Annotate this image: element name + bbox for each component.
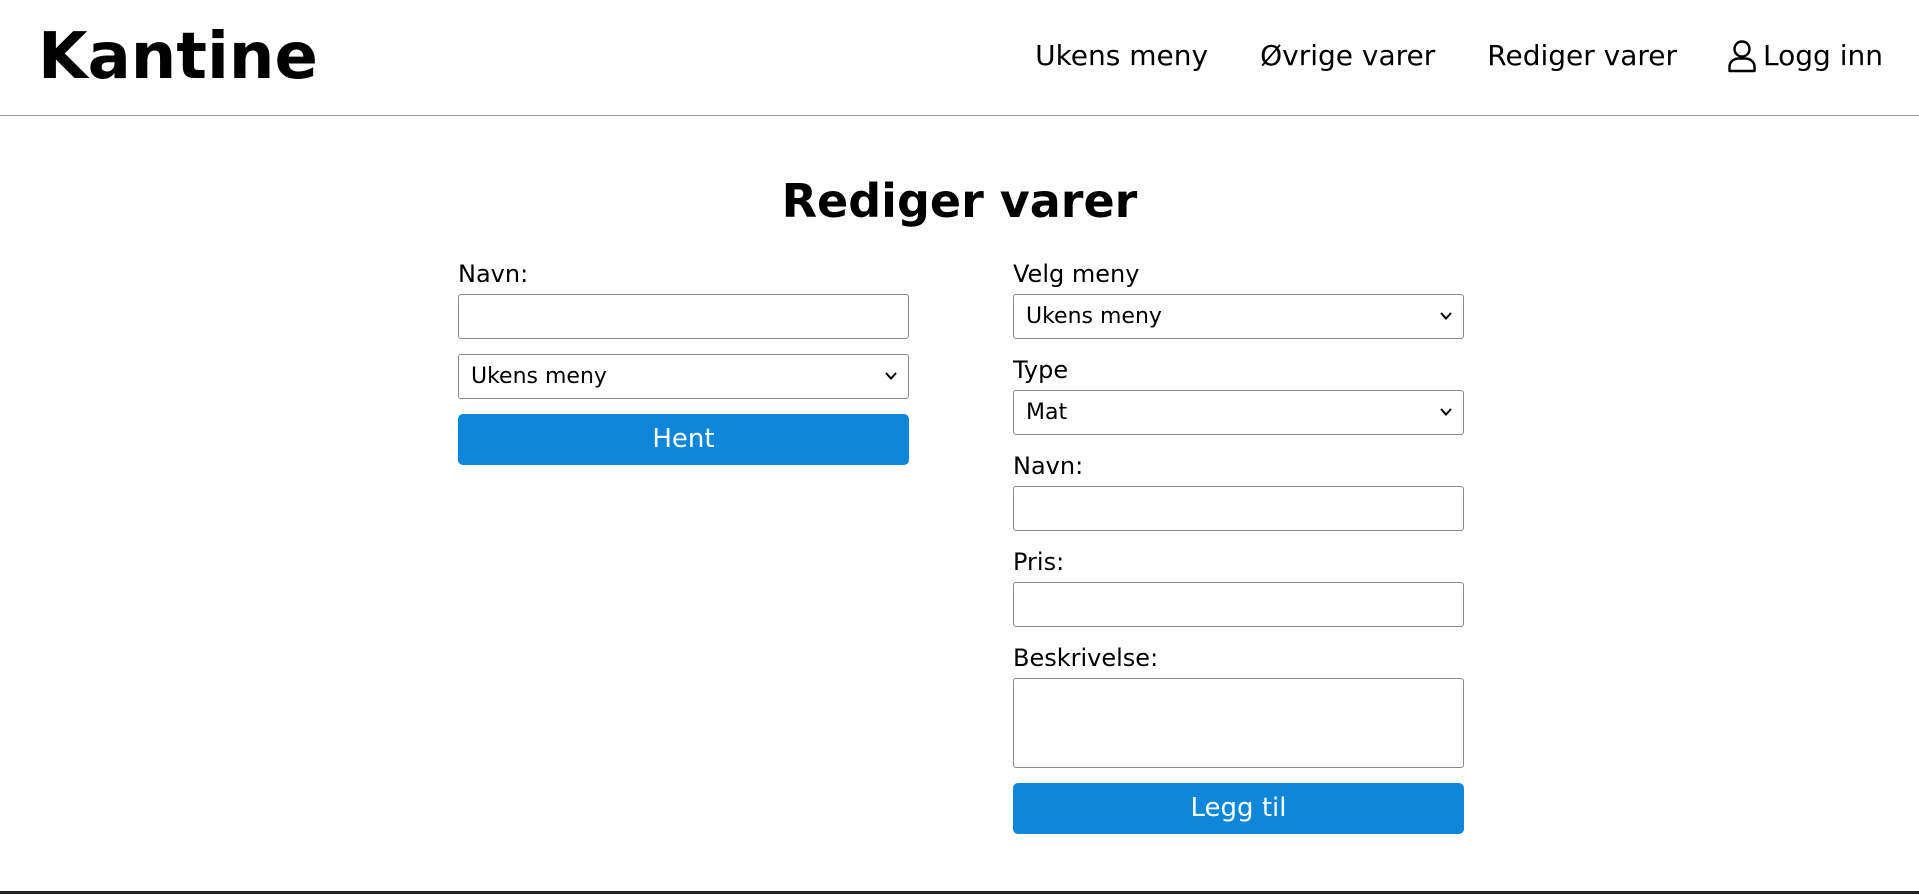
menu-select-label: Velg meny xyxy=(1013,260,1140,288)
description-label: Beskrivelse: xyxy=(1013,644,1159,672)
type-select-label: Type xyxy=(1013,356,1069,384)
nav-item-ovrige-varer[interactable]: Øvrige varer xyxy=(1260,34,1435,78)
type-select-value: Mat xyxy=(1026,400,1068,425)
price-label: Pris: xyxy=(1013,548,1065,576)
nav-item-ukens-meny[interactable]: Ukens meny xyxy=(1035,34,1208,78)
name-input[interactable] xyxy=(1013,486,1464,531)
fetch-name-label: Navn: xyxy=(458,260,529,288)
menu-select[interactable]: Ukens meny xyxy=(1013,294,1464,339)
type-select[interactable]: Mat xyxy=(1013,390,1464,435)
fetch-menu-select[interactable]: Ukens meny xyxy=(458,354,909,399)
add-item-form: Velg meny Ukens meny Type Mat Navn: Pris… xyxy=(1013,258,1464,834)
add-button[interactable]: Legg til xyxy=(1013,783,1464,834)
nav-login-link[interactable]: Logg inn xyxy=(1727,34,1883,78)
fetch-name-input[interactable] xyxy=(458,294,909,339)
fetch-menu-select-value: Ukens meny xyxy=(471,364,607,389)
description-textarea[interactable] xyxy=(1013,678,1464,768)
site-logo[interactable]: Kantine xyxy=(38,14,318,100)
menu-select-value: Ukens meny xyxy=(1026,304,1162,329)
fetch-button[interactable]: Hent xyxy=(458,414,909,465)
site-header: Kantine Ukens meny Øvrige varer Rediger … xyxy=(0,0,1919,116)
user-icon xyxy=(1728,40,1756,73)
login-label: Logg inn xyxy=(1763,39,1883,72)
price-input[interactable] xyxy=(1013,582,1464,627)
fetch-item-form: Navn: Ukens meny Hent xyxy=(458,258,909,465)
nav-item-rediger-varer[interactable]: Rediger varer xyxy=(1487,34,1677,78)
name-label: Navn: xyxy=(1013,452,1084,480)
chevron-down-icon xyxy=(1440,408,1452,416)
page-title: Rediger varer xyxy=(781,173,1138,228)
main-nav: Ukens meny Øvrige varer Rediger varer Lo… xyxy=(983,34,1883,78)
chevron-down-icon xyxy=(1440,312,1452,320)
chevron-down-icon xyxy=(885,372,897,380)
